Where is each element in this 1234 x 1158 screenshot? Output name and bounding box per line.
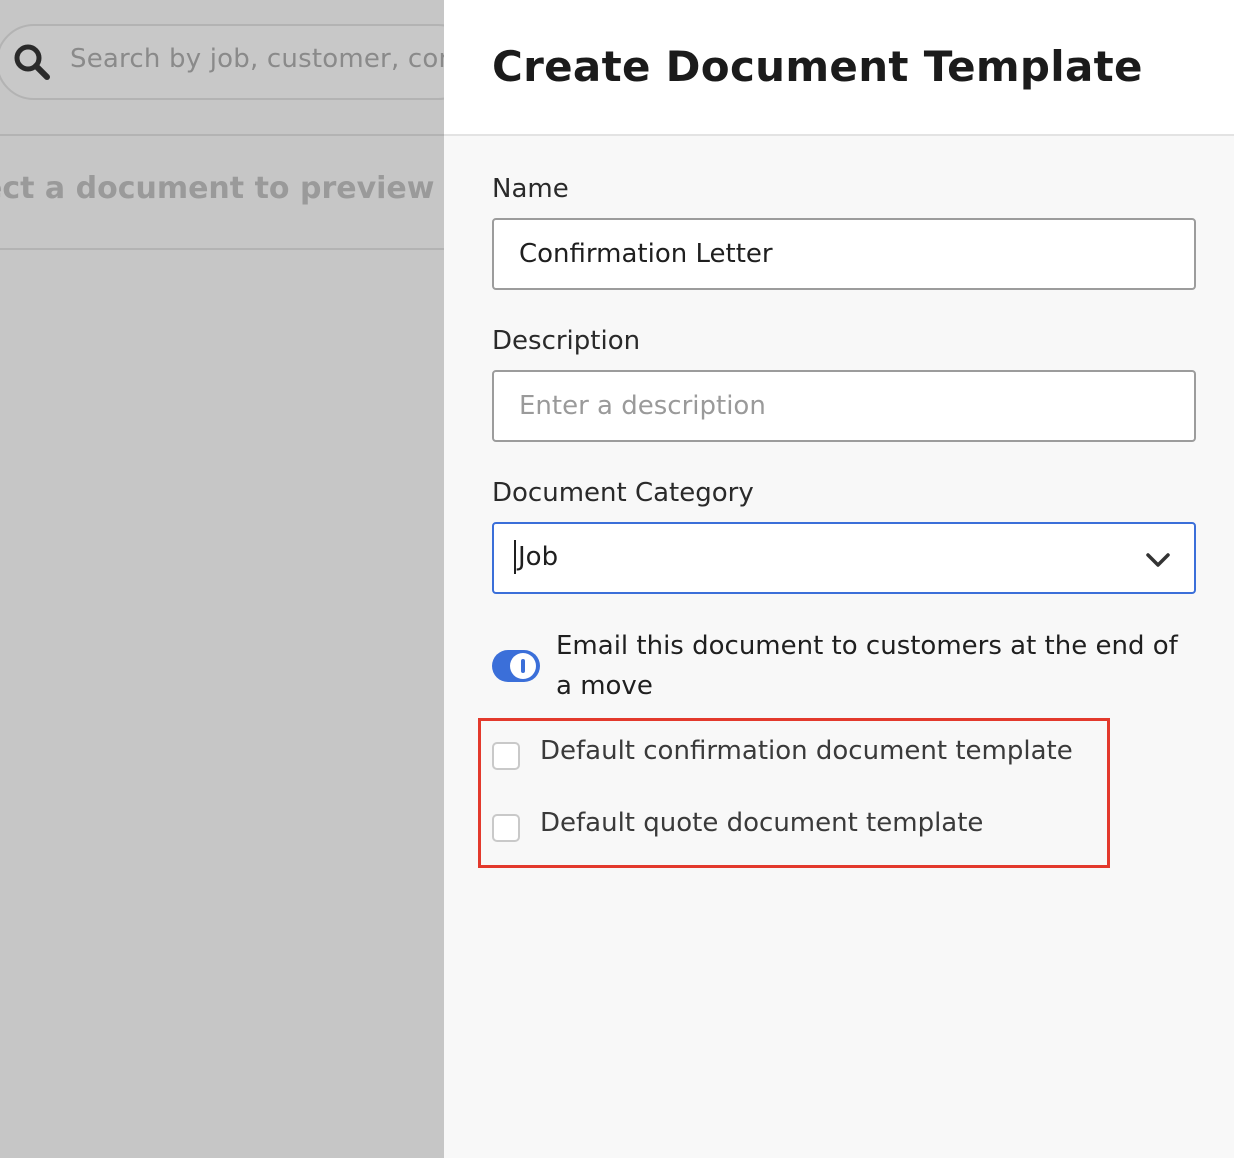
page-title: Create Document Template (492, 42, 1143, 91)
create-template-drawer: Create Document Template Name Descriptio… (444, 0, 1234, 1158)
drawer-header: Create Document Template (444, 0, 1234, 136)
description-input[interactable] (492, 370, 1196, 442)
email-toggle-label: Email this document to customers at the … (556, 631, 1178, 701)
description-label: Description (492, 326, 641, 356)
text-caret (514, 540, 516, 574)
divider (0, 134, 444, 136)
search-icon (14, 44, 50, 80)
category-label: Document Category (492, 478, 754, 508)
toggle-knob (510, 653, 536, 679)
backdrop-panel: Search by job, customer, com ect a docum… (0, 0, 444, 1158)
email-toggle[interactable] (492, 650, 540, 682)
name-input[interactable] (492, 218, 1196, 290)
checkbox-label: Default quote document template (540, 808, 984, 838)
name-label: Name (492, 174, 569, 204)
default-confirmation-checkbox[interactable] (492, 742, 520, 770)
category-selected-value: Job (518, 542, 559, 572)
chevron-down-icon (1146, 553, 1170, 567)
divider (0, 248, 444, 250)
search-placeholder: Search by job, customer, com (70, 44, 444, 74)
preview-hint: ect a document to preview (0, 171, 435, 206)
category-select[interactable]: Job (492, 522, 1196, 594)
default-quote-checkbox[interactable] (492, 814, 520, 842)
checkbox-label: Default confirmation document template (540, 736, 1073, 766)
